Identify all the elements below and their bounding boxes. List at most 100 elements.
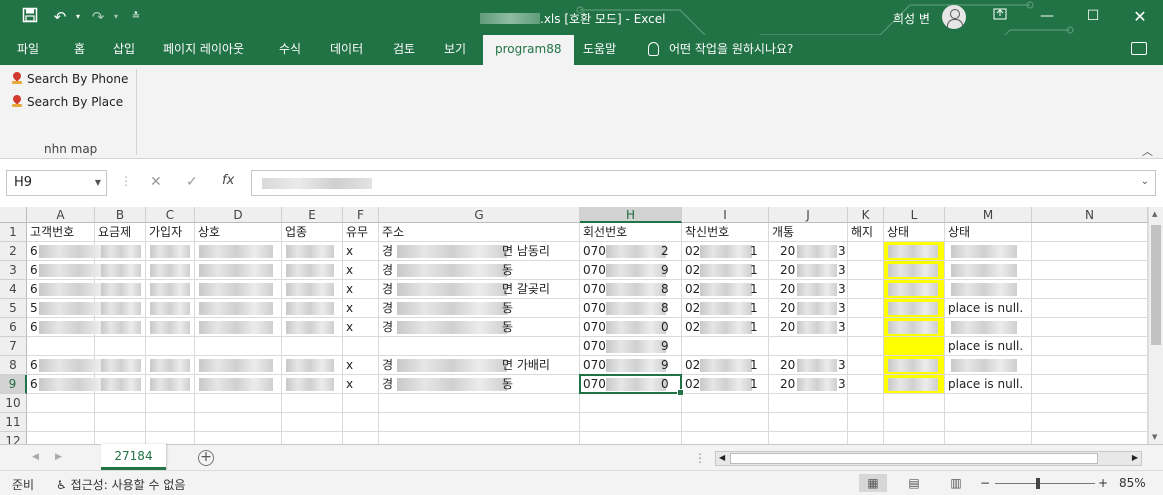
horizontal-scroll-thumb[interactable] [730,453,1098,464]
column-header[interactable]: B [95,207,146,223]
grid-cell[interactable] [282,394,343,413]
grid-cell[interactable] [282,413,343,432]
column-header[interactable]: H [580,207,682,223]
cell-flag[interactable]: x [343,356,373,375]
grid-cell[interactable] [95,337,146,356]
grid-cell[interactable] [682,337,769,356]
row-header[interactable]: 6 [0,318,27,337]
column-header[interactable]: N [1032,207,1148,223]
cell-address[interactable]: 경 [379,261,399,280]
column-header[interactable]: I [682,207,769,223]
cell-line-number-end[interactable]: 8 [658,280,678,299]
cell-line-number-end[interactable]: 9 [658,261,678,280]
vertical-scrollbar[interactable]: ▲ ▼ [1148,207,1163,444]
cell-address-tail[interactable]: 면 갈곶리 [499,280,579,299]
cell-address[interactable]: 경 [379,375,399,394]
minimize-icon[interactable]: — [1024,0,1070,35]
grid-cell[interactable] [379,337,580,356]
scroll-right-icon[interactable]: ▶ [1132,453,1138,462]
cell-address-tail[interactable]: 동 [499,261,579,280]
cell-address[interactable]: 경 [379,280,399,299]
name-box[interactable]: H9 ▼ [6,170,107,196]
sheet-tab[interactable]: 27184 [101,444,166,470]
cell-flag[interactable]: x [343,318,373,337]
grid-cell[interactable] [769,337,848,356]
scroll-up-icon[interactable]: ▲ [1152,210,1157,218]
grid-cell[interactable] [146,432,195,444]
cell-open-date[interactable]: 20 [777,261,797,280]
zoom-level[interactable]: 85% [1119,476,1146,490]
cell-forward-number-end[interactable]: 1 [747,299,767,318]
cell-forward-number-end[interactable]: 1 [747,280,767,299]
cell-forward-number[interactable]: 02 [682,318,702,337]
grid-cell[interactable] [1032,223,1148,242]
cell-open-date-end[interactable]: 3 [835,280,855,299]
ribbon-display-icon[interactable] [977,0,1023,35]
save-icon[interactable] [20,7,40,27]
cell-open-date[interactable]: 20 [777,356,797,375]
cell-line-number-end[interactable]: 9 [658,356,678,375]
formula-input[interactable]: ⌄ [251,170,1156,196]
grid-cell[interactable] [945,413,1032,432]
grid-cell[interactable] [682,413,769,432]
header-cell[interactable]: 요금제 [95,223,146,242]
tab-home[interactable]: 홈 [74,35,85,65]
comments-icon[interactable] [1131,42,1147,55]
row-header[interactable]: 7 [0,337,27,356]
row-header[interactable]: 9 [0,375,27,394]
user-avatar-icon[interactable] [942,5,966,29]
tab-page-layout[interactable]: 페이지 레이아웃 [163,35,244,65]
grid-cell[interactable] [146,337,195,356]
header-cell[interactable]: 해지 [848,223,884,242]
grid-cell[interactable] [379,394,580,413]
scroll-left-icon[interactable]: ◀ [719,453,725,462]
header-cell[interactable]: 상태 [945,223,1032,242]
search-by-place-button[interactable]: Search By Place [12,93,123,111]
cell-address[interactable]: 경 [379,318,399,337]
cell-open-date-end[interactable]: 3 [835,242,855,261]
cell-line-number-end[interactable]: 8 [658,299,678,318]
grid-cell[interactable] [848,413,884,432]
prev-sheet-icon[interactable]: ◀ [32,452,39,462]
grid-cell[interactable] [282,432,343,444]
grid-cell[interactable] [884,432,945,444]
header-cell[interactable]: 개통 [769,223,848,242]
row-header[interactable]: 11 [0,413,27,432]
cell-address[interactable]: 경 [379,299,399,318]
grid-cell[interactable] [1032,337,1148,356]
column-header[interactable]: A [27,207,95,223]
tab-data[interactable]: 데이터 [330,35,363,65]
customize-qat-icon[interactable]: ≛ [126,7,146,27]
grid-cell[interactable] [27,394,95,413]
grid-cell[interactable] [146,394,195,413]
header-cell[interactable]: 착신번호 [682,223,769,242]
column-header[interactable]: J [769,207,848,223]
cell-open-date[interactable]: 20 [777,280,797,299]
cell-open-date-end[interactable]: 3 [835,356,855,375]
grid-cell[interactable] [95,432,146,444]
row-header[interactable]: 12 [0,432,27,444]
cell-flag[interactable]: x [343,242,373,261]
cell-status-message[interactable]: place is null. [945,299,1045,318]
search-by-phone-button[interactable]: Search By Phone [12,70,128,88]
grid-cell[interactable] [769,394,848,413]
grid-cell[interactable] [1032,261,1148,280]
select-all-corner[interactable] [0,207,27,223]
row-header[interactable]: 2 [0,242,27,261]
grid-cell[interactable] [884,413,945,432]
cell-forward-number-end[interactable]: 1 [747,318,767,337]
grid-cell[interactable] [682,394,769,413]
cell-open-date-end[interactable]: 3 [835,375,855,394]
cell-flag[interactable]: x [343,299,373,318]
header-cell[interactable]: 고객번호 [27,223,95,242]
tab-help[interactable]: 도움말 [583,35,616,65]
grid-cell[interactable] [95,413,146,432]
grid-cell[interactable] [379,432,580,444]
grid-cell[interactable] [95,394,146,413]
cell-open-date[interactable]: 20 [777,318,797,337]
zoom-in-button[interactable]: + [1098,476,1108,490]
header-cell[interactable]: 가입자 [146,223,195,242]
cell-forward-number[interactable]: 02 [682,280,702,299]
column-header[interactable]: F [343,207,379,223]
cell-status-message[interactable]: place is null. [945,337,1045,356]
